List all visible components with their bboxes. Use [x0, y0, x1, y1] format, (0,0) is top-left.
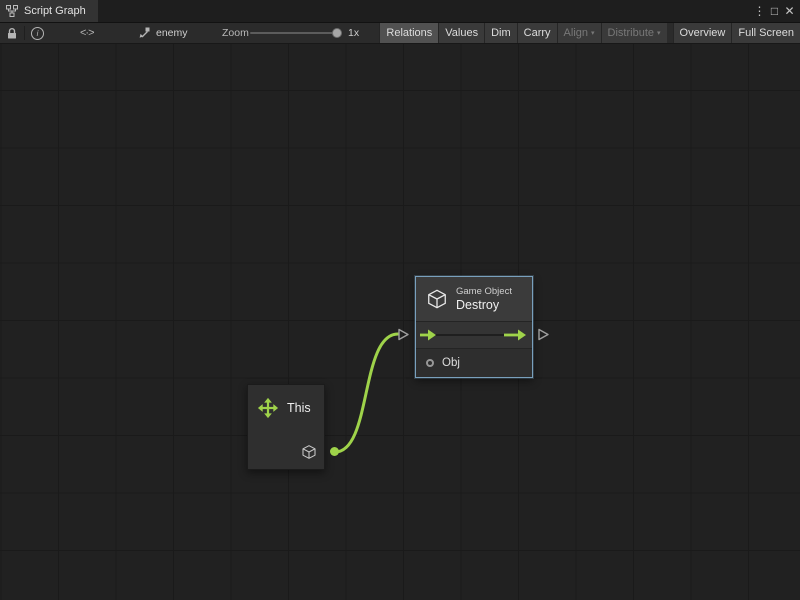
obj-input-port[interactable]	[426, 359, 434, 367]
graph-asset-icon	[138, 27, 150, 39]
tab-title: Script Graph	[24, 5, 86, 17]
close-icon[interactable]: ✕	[782, 0, 797, 22]
zoom-slider-track[interactable]	[250, 32, 342, 34]
zoom-slider[interactable]	[250, 23, 342, 43]
distribute-dropdown[interactable]: Distribute ▾	[601, 23, 667, 43]
script-graph-icon	[6, 5, 18, 17]
info-icon[interactable]: i	[31, 23, 44, 43]
kebab-menu-icon[interactable]: ⋮	[752, 0, 767, 22]
node-this[interactable]: This	[247, 384, 325, 470]
chevron-down-icon: ▾	[591, 30, 595, 37]
node-destroy[interactable]: Game Object Destroy Obj	[415, 276, 533, 378]
flow-relation-arrows	[416, 322, 532, 348]
flow-output-port[interactable]	[537, 328, 550, 341]
connections-layer	[0, 44, 800, 600]
this-move-icon	[257, 397, 279, 419]
overview-button[interactable]: Overview	[673, 23, 732, 43]
zoom-value: 1x	[348, 23, 359, 43]
breadcrumb[interactable]: enemy	[138, 23, 188, 43]
align-dropdown[interactable]: Align ▾	[557, 23, 601, 43]
node-title: Destroy	[456, 298, 512, 313]
node-category: Game Object	[456, 286, 512, 298]
zoom-slider-handle[interactable]	[332, 28, 342, 38]
flow-input-port[interactable]	[397, 328, 410, 341]
connection-endpoint-dot[interactable]	[330, 447, 339, 456]
window-controls: ⋮ □ ✕	[752, 0, 800, 22]
carry-button[interactable]: Carry	[517, 23, 557, 43]
dim-button[interactable]: Dim	[484, 23, 517, 43]
chevron-down-icon: ▾	[657, 30, 661, 37]
titlebar: Script Graph ⋮ □ ✕	[0, 0, 800, 22]
relations-button[interactable]: Relations	[379, 23, 438, 43]
flow-connection[interactable]	[335, 334, 398, 452]
graph-name: enemy	[156, 27, 188, 39]
obj-port-row: Obj	[416, 349, 532, 377]
zoom-label: Zoom	[222, 23, 249, 43]
maximize-icon[interactable]: □	[767, 0, 782, 22]
graph-canvas[interactable]: Game Object Destroy Obj	[0, 44, 800, 600]
node-destroy-header: Game Object Destroy	[416, 277, 532, 321]
toolbar: i <·> enemy Zoom 1x Relations Values Dim…	[0, 22, 800, 44]
code-view-icon[interactable]: <·>	[80, 23, 94, 43]
toolbar-buttons: Relations Values Dim Carry Align ▾ Distr…	[379, 23, 800, 43]
toolbar-separator	[24, 26, 25, 40]
values-button[interactable]: Values	[438, 23, 484, 43]
game-object-cube-icon	[426, 288, 448, 310]
tab-script-graph[interactable]: Script Graph	[0, 0, 98, 22]
obj-port-label: Obj	[442, 357, 460, 369]
fullscreen-button[interactable]: Full Screen	[731, 23, 800, 43]
gameobject-output-port[interactable]	[301, 444, 317, 460]
flow-relation-row	[416, 321, 532, 349]
lock-icon[interactable]	[6, 23, 18, 43]
node-title: This	[287, 401, 311, 415]
